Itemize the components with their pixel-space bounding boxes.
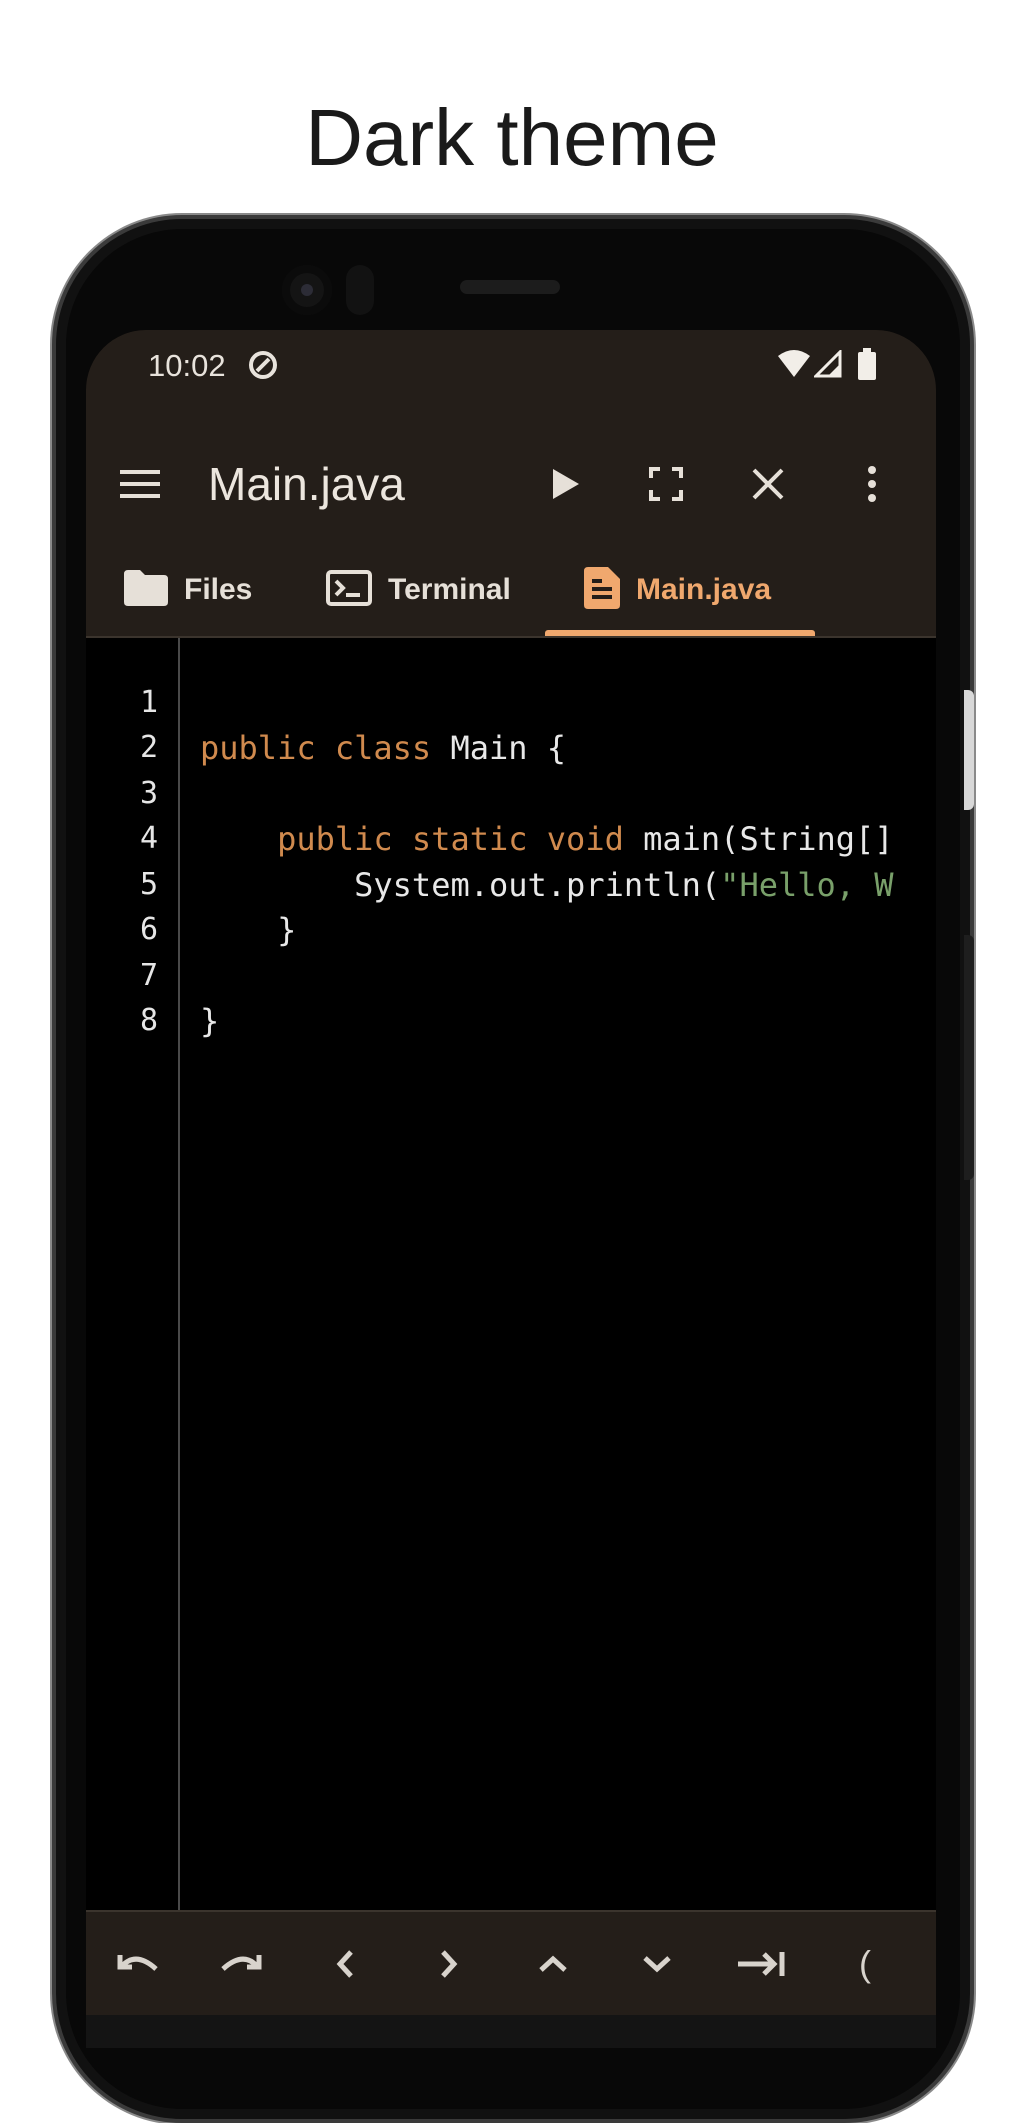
redo-icon[interactable] [206,1932,276,1996]
phone-screen: 10:02 Main.java Files Terminal Main.java… [86,330,936,2048]
close-icon[interactable] [736,452,800,516]
tab-files[interactable]: Files [124,542,252,638]
code-string: "Hello, W [720,866,894,904]
tab-bar: Files Terminal Main.java [86,542,936,638]
left-icon[interactable] [310,1932,380,1996]
code-text: System.out.println( [354,866,721,904]
bottom-strip [86,2015,936,2048]
line-number: 8 [139,1003,158,1038]
app-toolbar: Main.java [86,430,936,560]
earpiece-speaker [460,280,560,294]
phone-side-button-power [964,690,974,810]
code-text: Main { [431,729,567,767]
undo-icon[interactable] [103,1932,173,1996]
cellular-signal-icon [812,348,842,383]
tab-main-java[interactable]: Main.java [584,542,771,638]
front-camera [282,265,332,315]
play-icon[interactable] [534,452,598,516]
line-number: 6 [139,912,158,947]
page-headline: Dark theme [305,93,719,182]
wifi-icon [778,350,810,383]
data-saver-icon [246,348,280,387]
code-text: main(String[] [623,820,894,858]
line-number: 1 [139,685,158,720]
line-number: 3 [139,776,158,811]
line-number: 7 [139,958,158,993]
battery-icon [858,348,876,385]
gutter-divider [178,638,180,1910]
menu-icon[interactable] [108,452,172,516]
phone-side-button-volume [964,935,974,1180]
code-editor[interactable]: 1 2 3 4 5 6 7 8 public class Main { publ… [86,638,936,1910]
status-time: 10:02 [148,348,226,383]
extra-keys-bar: ( [86,1910,936,2017]
paren-key[interactable]: ( [830,1932,900,1996]
proximity-sensor [346,265,374,315]
up-icon[interactable] [518,1932,588,1996]
code-line: } [200,1002,220,1040]
code-line: public static void main(String[] [200,819,894,859]
code-line: System.out.println("Hello, W [200,865,894,905]
tab-main-java-label: Main.java [636,573,772,606]
status-bar: 10:02 [86,330,936,400]
code-line: } [200,911,297,949]
line-number: 2 [139,730,158,765]
tab-terminal-label: Terminal [388,573,511,606]
right-icon[interactable] [414,1932,484,1996]
line-number: 4 [139,821,158,856]
more-vert-icon[interactable] [840,452,904,516]
down-icon[interactable] [622,1932,692,1996]
folder-icon [124,569,168,611]
document-icon [584,566,620,614]
tab-icon[interactable] [726,1932,796,1996]
tab-files-label: Files [184,573,253,606]
code-line: public class Main { [200,728,566,768]
terminal-icon [326,569,372,611]
line-number: 5 [139,867,158,902]
file-title: Main.java [208,458,405,510]
fullscreen-icon[interactable] [634,452,698,516]
code-keyword: public class [200,729,432,767]
code-keyword: public static void [277,820,624,858]
tab-terminal[interactable]: Terminal [326,542,511,638]
